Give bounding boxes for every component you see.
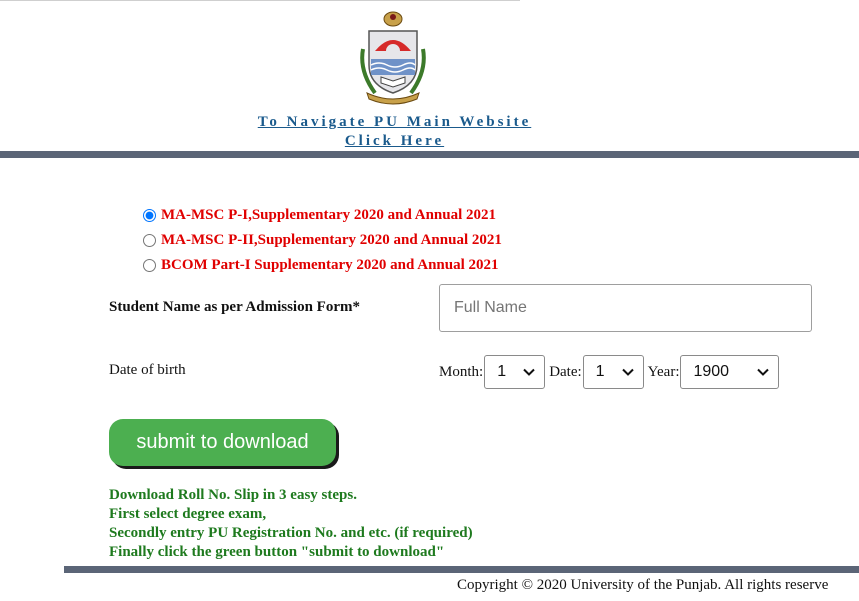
full-name-input[interactable] [439,284,812,332]
exam-option-ma-msc-p2[interactable]: MA-MSC P-II,Supplementary 2020 and Annua… [141,228,502,252]
date-of-birth-selectors: Month: 1 Date: 1 Year: 1900 [439,354,783,390]
date-select[interactable]: 1 [582,355,644,389]
university-crest-icon[interactable] [357,9,429,105]
exam-option-ma-msc-p1[interactable]: MA-MSC P-I,Supplementary 2020 and Annual… [141,203,502,227]
date-of-birth-label: Date of birth [109,362,186,378]
exam-option-label: MA-MSC P-II,Supplementary 2020 and Annua… [161,231,502,248]
header: To Navigate PU Main Website Click Here [220,4,569,152]
chevron-down-icon [523,368,535,376]
exam-option-label: MA-MSC P-I,Supplementary 2020 and Annual… [161,206,497,223]
date-label: Date: [549,363,582,380]
year-label: Year: [647,363,680,380]
top-border-line [0,0,520,1]
header-divider-bar [0,151,859,158]
month-select-value: 1 [497,363,507,380]
exam-option-label: BCOM Part-I Supplementary 2020 and Annua… [161,256,499,273]
instruction-line: Secondly entry PU Registration No. and e… [109,525,473,541]
submit-to-download-button[interactable]: submit to download [109,419,336,466]
month-select[interactable]: 1 [484,355,546,389]
pu-main-website-link[interactable]: To Navigate PU Main Website [220,114,569,131]
chevron-down-icon [621,368,634,376]
year-select[interactable]: 1900 [680,355,780,389]
footer-divider-bar [64,566,859,573]
date-select-value: 1 [595,363,605,380]
exam-radio-ma-msc-p1[interactable] [143,208,156,222]
exam-radio-bcom-p1[interactable] [143,258,156,272]
instruction-line: Download Roll No. Slip in 3 easy steps. [109,487,357,503]
exam-option-bcom-p1[interactable]: BCOM Part-I Supplementary 2020 and Annua… [141,253,502,277]
month-label: Month: [439,363,484,380]
instruction-line: Finally click the green button "submit t… [109,544,445,560]
download-instructions: Download Roll No. Slip in 3 easy steps. … [109,486,473,562]
copyright-text: Copyright © 2020 University of the Punja… [457,577,829,593]
student-name-label: Student Name as per Admission Form* [109,299,360,315]
click-here-link[interactable]: Click Here [220,133,569,150]
exam-radio-group: MA-MSC P-I,Supplementary 2020 and Annual… [141,203,502,278]
year-select-value: 1900 [693,363,730,380]
exam-radio-ma-msc-p2[interactable] [143,233,156,247]
instruction-line: First select degree exam, [109,506,267,522]
chevron-down-icon [757,368,770,376]
